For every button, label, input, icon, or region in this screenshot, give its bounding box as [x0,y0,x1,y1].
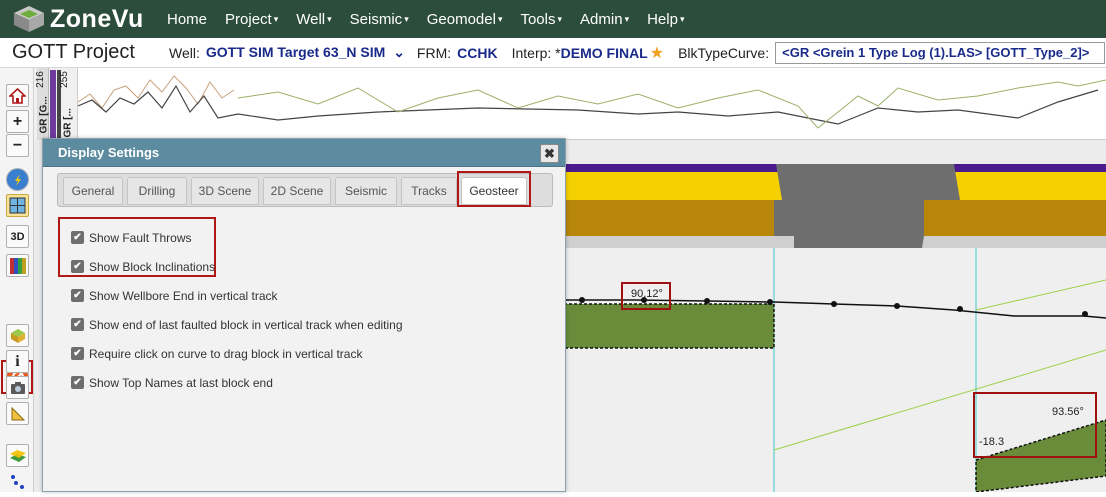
frm-label: FRM: [416,44,452,61]
star-icon[interactable]: ★ [650,43,664,63]
3d-view-icon[interactable]: 3D [6,225,29,248]
home-icon[interactable] [6,84,29,107]
interp-value[interactable]: DEMO FINAL [561,45,648,61]
geosteer-options: ✔ Show Fault Throws ✔ Show Block Inclina… [71,223,403,397]
option-label: Show Top Names at last block end [89,375,273,390]
fault-highlight [973,392,1097,458]
caret-down-icon: ▾ [273,13,279,24]
nav-menu: Home Project ▾ Well ▾ Seismic ▾ Geomodel ▾ Tools ▾… [167,11,702,28]
nav-item-label: Project [225,10,272,28]
checkbox-block-inclinations[interactable]: ✔ [71,260,84,273]
caret-down-icon: ▾ [624,13,630,24]
checkbox-end-last-faulted-block[interactable]: ✔ [71,318,84,331]
layer-icon[interactable] [6,444,29,467]
option-show-top-names[interactable]: ✔ Show Top Names at last block end [71,368,403,397]
well-label: Well: [169,44,200,61]
nav-item-label: Geomodel [426,10,496,28]
tab-general[interactable]: General [63,177,123,205]
checkbox-top-names[interactable]: ✔ [71,376,84,389]
dialog-title: Display Settings [58,145,160,160]
option-require-click-drag[interactable]: ✔ Require click on curve to drag block i… [71,339,403,368]
checkbox-wellbore-end[interactable]: ✔ [71,289,84,302]
zoom-out-icon[interactable]: − [6,134,29,157]
nav-item-home[interactable]: Home [167,11,207,28]
compass-icon[interactable] [6,168,29,191]
nav-item-label: Tools [520,10,556,28]
option-label: Show Fault Throws [89,230,192,245]
caret-down-icon: ▾ [327,13,332,24]
option-show-block-inclinations[interactable]: ✔ Show Block Inclinations [71,252,403,281]
frm-value[interactable]: CCHK [457,45,497,61]
ruler-icon[interactable] [6,402,29,425]
well-selector[interactable]: GOTT SIM Target 63_N SIM ⌄ [206,44,405,61]
left-toolbar: + − 3D i [0,68,34,492]
option-label: Require click on curve to drag block in … [89,346,363,361]
display-settings-dialog: Display Settings ✖ General Drilling 3D S… [42,138,566,492]
zoom-in-icon[interactable]: + [6,110,29,133]
log-curve-track[interactable]: GR [G... 216 GR [... 255 [34,68,1106,140]
tab-3d-scene[interactable]: 3D Scene [191,177,259,205]
well-value: GOTT SIM Target 63_N SIM [205,44,386,60]
nav-item-admin[interactable]: Admin ▾ [580,11,629,28]
zonevu-logo-icon [14,6,44,32]
close-icon[interactable]: ✖ [540,144,559,163]
nav-item-label: Admin [580,10,623,28]
log-track-label-2: GR [... [62,108,74,138]
caret-down-icon: ▾ [679,13,685,24]
interp-label: Interp: * [511,44,561,61]
project-title: GOTT Project [12,41,135,63]
nav-item-label: Well [296,10,326,28]
map-grid-icon[interactable] [6,194,29,217]
option-label: Show Wellbore End in vertical track [89,288,278,303]
seismic-icon[interactable] [6,254,29,277]
log-track-header: GR [G... 216 GR [... 255 [34,68,78,140]
nav-item-label: Home [167,10,208,28]
option-label: Show end of last faulted block in vertic… [89,317,403,332]
nav-item-label: Seismic [349,10,403,28]
option-show-end-last-faulted-block[interactable]: ✔ Show end of last faulted block in vert… [71,310,403,339]
nav-item-label: Help [647,10,678,28]
nav-item-help[interactable]: Help ▾ [647,11,684,28]
cube-icon[interactable] [6,324,29,347]
geosteer-tab-highlight [457,171,531,207]
dialog-header[interactable]: Display Settings ✖ [43,139,565,167]
zonevu-logo[interactable]: ZoneVu [12,4,162,34]
blk-type-curve-label: BlkTypeCurve: [678,44,770,61]
tab-tracks[interactable]: Tracks [401,177,457,205]
log-track-value-top: 216 [34,71,46,88]
caret-down-icon: ▾ [557,13,563,24]
tab-drilling[interactable]: Drilling [127,177,187,205]
camera-icon[interactable] [6,376,29,399]
checkbox-require-click-drag[interactable]: ✔ [71,347,84,360]
option-show-fault-throws[interactable]: ✔ Show Fault Throws [71,223,403,252]
caret-down-icon: ▾ [404,13,409,24]
chevron-down-icon: ⌄ [393,44,405,60]
checkbox-fault-throws[interactable]: ✔ [71,231,84,244]
info-icon[interactable]: i [6,350,29,373]
option-label: Show Block Inclinations [89,259,216,274]
inclination-highlight-1 [621,282,671,310]
tab-2d-scene[interactable]: 2D Scene [263,177,331,205]
blk-type-curve-select[interactable]: <GR <Grein 1 Type Log (1).LAS> [GOTT_Typ… [775,41,1106,64]
nav-item-project[interactable]: Project ▾ [225,11,278,28]
nav-item-geomodel[interactable]: Geomodel ▾ [427,11,503,28]
nav-item-seismic[interactable]: Seismic ▾ [350,11,409,28]
top-navbar: ZoneVu Home Project ▾ Well ▾ Seismic ▾ Geomodel… [0,0,1106,38]
logo-text: ZoneVu [50,4,144,33]
nav-item-tools[interactable]: Tools ▾ [520,11,562,28]
caret-down-icon: ▾ [497,13,503,24]
log-track-value-alt: 255 [58,71,70,88]
tab-seismic[interactable]: Seismic [335,177,397,205]
project-info-bar: GOTT Project Well: GOTT SIM Target 63_N … [0,38,1106,68]
option-show-wellbore-end[interactable]: ✔ Show Wellbore End in vertical track [71,281,403,310]
dots-icon[interactable] [6,470,29,493]
log-curves-plot [78,75,1106,129]
nav-item-well[interactable]: Well ▾ [296,11,331,28]
